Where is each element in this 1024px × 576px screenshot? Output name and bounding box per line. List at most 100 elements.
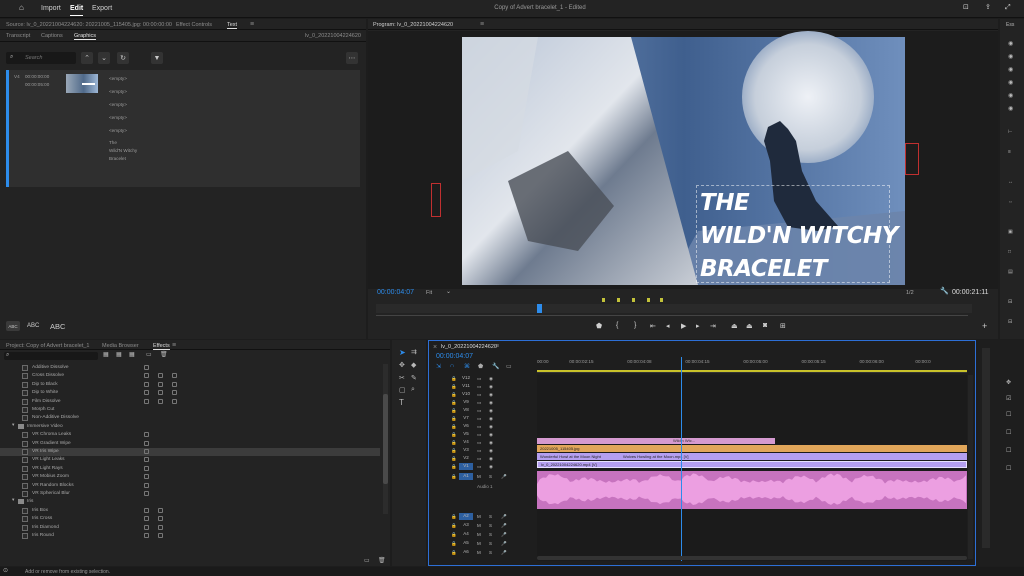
- lock-icon[interactable]: 🔒: [451, 408, 457, 414]
- lock-icon[interactable]: 🔒: [451, 416, 457, 422]
- razor-tool-icon[interactable]: ✂: [399, 374, 405, 382]
- mute-icon[interactable]: M: [477, 514, 481, 519]
- selection-tool-icon[interactable]: ➤: [399, 348, 406, 357]
- timeline-playhead[interactable]: [681, 357, 683, 561]
- clip-v1[interactable]: lv_0_20221004224620.mp4 [V]: [537, 461, 967, 468]
- lock-icon[interactable]: 🔒: [451, 384, 457, 390]
- layout-icon[interactable]: ⊟: [1008, 299, 1012, 305]
- track-header[interactable]: 🔒 A5 M S 🎤: [429, 540, 537, 548]
- eye-icon[interactable]: ◉: [1008, 93, 1013, 99]
- lock-icon[interactable]: 🔒: [451, 532, 457, 538]
- lock-icon[interactable]: 🔒: [451, 392, 457, 398]
- mute-icon[interactable]: M: [477, 541, 481, 546]
- lock-icon[interactable]: 🔒: [451, 440, 457, 446]
- effect-item[interactable]: Iris Diamond: [0, 524, 380, 532]
- effect-item[interactable]: VR Spherical Blur: [0, 490, 380, 498]
- search-box[interactable]: ⌕ Search: [6, 52, 76, 64]
- stroke-icon[interactable]: □: [1008, 249, 1011, 255]
- layout-icon[interactable]: ⊟: [1008, 319, 1012, 325]
- resolution-dropdown[interactable]: 1/2: [906, 290, 914, 296]
- checkbox-icon[interactable]: ☐: [1006, 430, 1011, 436]
- mute-icon[interactable]: M: [477, 474, 481, 479]
- timeline-menu-icon[interactable]: ≡: [495, 343, 499, 350]
- track-header[interactable]: 🔒 V9 ▭ ◉: [429, 399, 537, 407]
- captions-icon[interactable]: ▭: [506, 363, 512, 370]
- lock-icon[interactable]: 🔒: [451, 400, 457, 406]
- track-header[interactable]: 🔒 V8 ▭ ◉: [429, 407, 537, 415]
- panel-menu-icon[interactable]: ≡: [250, 21, 254, 28]
- eye-icon[interactable]: ◉: [489, 464, 493, 470]
- style-medium-button[interactable]: ABC: [27, 323, 39, 329]
- sync-lock-icon[interactable]: ▭: [477, 440, 481, 446]
- add-marker-icon[interactable]: ⬟: [478, 363, 483, 370]
- comparison-view-icon[interactable]: ⊞: [780, 322, 786, 330]
- mark-out-icon[interactable]: }: [634, 322, 636, 329]
- program-playhead[interactable]: [536, 304, 542, 313]
- track-header[interactable]: 🔒 A3 M S 🎤: [429, 522, 537, 530]
- add-marker-icon[interactable]: ⬟: [596, 322, 602, 330]
- mute-icon[interactable]: M: [477, 532, 481, 537]
- chevron-down-icon[interactable]: ▾: [12, 498, 14, 503]
- lock-icon[interactable]: 🔒: [451, 376, 457, 382]
- eye-icon[interactable]: ◉: [489, 440, 493, 446]
- solo-icon[interactable]: S: [489, 532, 492, 537]
- track-target[interactable]: A1: [459, 473, 473, 480]
- folder-icon[interactable]: ▭: [364, 558, 370, 564]
- accelerated-filter-icon[interactable]: ▦: [103, 352, 109, 358]
- track-target[interactable]: V7: [459, 415, 473, 422]
- share-icon[interactable]: ⇪: [985, 4, 991, 11]
- nav-import[interactable]: Import: [41, 5, 61, 12]
- effect-item[interactable]: Non-Additive Dissolve: [0, 414, 380, 422]
- track-header[interactable]: 🔒 V7 ▭ ◉: [429, 415, 537, 423]
- lift-icon[interactable]: ⏏: [731, 322, 738, 330]
- checkbox-icon[interactable]: ☑: [1006, 396, 1011, 402]
- effects-scroll-thumb[interactable]: [383, 394, 388, 484]
- wrench-icon[interactable]: 🔧: [492, 363, 499, 370]
- fit-dropdown[interactable]: Fit: [426, 290, 432, 296]
- zoom-bar[interactable]: [376, 315, 968, 316]
- lock-icon[interactable]: 🔒: [451, 541, 457, 547]
- text-line-3[interactable]: Bracelet: [109, 156, 126, 161]
- effect-item[interactable]: Iris Round: [0, 532, 380, 540]
- timeline-timecode[interactable]: 00:00:04:07: [436, 353, 473, 360]
- microphone-icon[interactable]: 🎤: [501, 541, 507, 547]
- shadow-icon[interactable]: ▤: [1008, 269, 1013, 275]
- eye-icon[interactable]: ◉: [1008, 67, 1013, 73]
- eye-icon[interactable]: ◉: [489, 456, 493, 462]
- eye-icon[interactable]: ◉: [489, 400, 493, 406]
- tab-effects[interactable]: Effects: [153, 343, 170, 350]
- tab-text[interactable]: Text: [227, 22, 238, 29]
- step-forward-icon[interactable]: ▸: [696, 322, 700, 330]
- sync-lock-icon[interactable]: ▭: [477, 448, 481, 454]
- track-target[interactable]: V9: [459, 399, 473, 406]
- microphone-icon[interactable]: 🎤: [501, 550, 507, 556]
- pen-tool-icon[interactable]: ✎: [411, 374, 417, 382]
- track-target[interactable]: V6: [459, 423, 473, 430]
- program-scrubber[interactable]: [376, 298, 972, 313]
- track-target[interactable]: A4: [459, 531, 473, 538]
- step-back-icon[interactable]: ◂: [666, 322, 670, 330]
- replace-button[interactable]: ↻: [117, 52, 129, 64]
- sync-lock-icon[interactable]: ▭: [477, 376, 481, 382]
- track-header[interactable]: 🔒 V6 ▭ ◉: [429, 423, 537, 431]
- solo-icon[interactable]: S: [489, 514, 492, 519]
- style-large-button[interactable]: ABC: [50, 322, 65, 331]
- effect-item[interactable]: Film Dissolve: [0, 398, 380, 406]
- rectangle-tool-icon[interactable]: ▢: [399, 386, 406, 394]
- transform-icon[interactable]: ✥: [1006, 380, 1011, 386]
- effects-search[interactable]: ⌕: [4, 352, 98, 360]
- timeline-vscroll[interactable]: [968, 375, 973, 559]
- sync-lock-icon[interactable]: ▭: [477, 400, 481, 406]
- zoom-tool-icon[interactable]: ⌕: [411, 386, 415, 394]
- solo-icon[interactable]: S: [489, 541, 492, 546]
- more-options-button[interactable]: ⋯: [346, 52, 358, 64]
- effect-item[interactable]: Iris Box: [0, 507, 380, 515]
- nav-edit[interactable]: Edit: [70, 5, 84, 16]
- graphics-layer-item[interactable]: V4 00:00:00:00 00:00:05:00 <empty> <empt…: [6, 70, 360, 187]
- text-align-icon[interactable]: ≡: [1008, 149, 1011, 155]
- search-input[interactable]: Search: [25, 55, 42, 61]
- eye-icon[interactable]: ◉: [489, 416, 493, 422]
- track-target[interactable]: V8: [459, 407, 473, 414]
- track-select-icon[interactable]: ⇉: [411, 348, 417, 356]
- clip-v3[interactable]: 20221005_115405.jpg: [537, 445, 967, 452]
